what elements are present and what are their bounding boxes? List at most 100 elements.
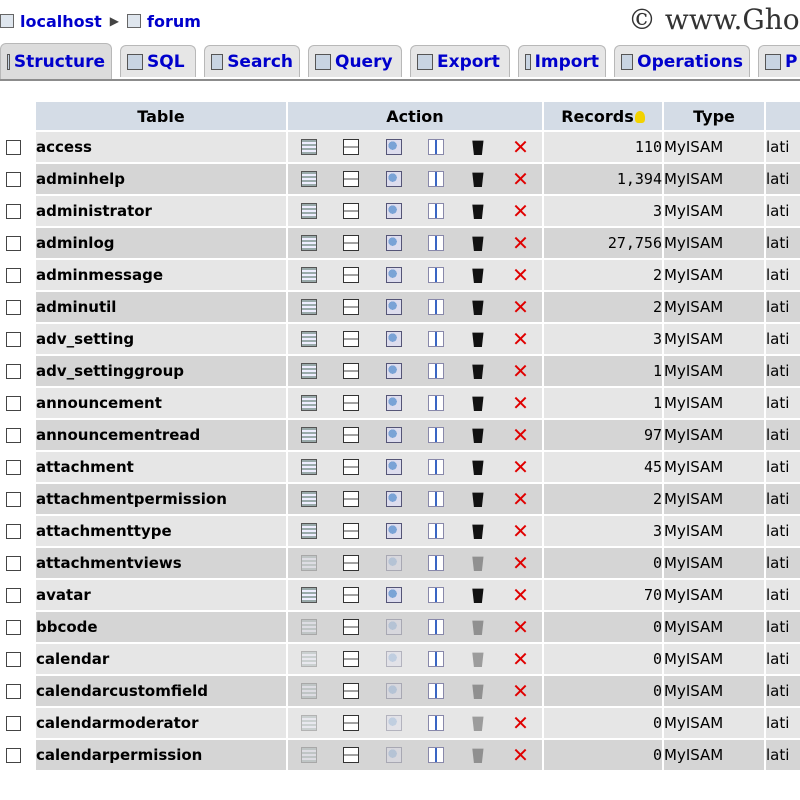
search-icon[interactable] [385,747,402,763]
structure-icon[interactable] [343,331,360,347]
tab-query[interactable]: Query [308,45,402,77]
table-name[interactable]: adv_setting [36,324,286,354]
insert-icon[interactable] [427,683,444,699]
tab-p[interactable]: P [758,45,800,77]
browse-icon[interactable] [301,715,318,731]
insert-icon[interactable] [427,523,444,539]
browse-icon[interactable] [301,299,318,315]
empty-icon[interactable] [472,268,484,283]
row-checkbox[interactable] [6,172,21,187]
table-name[interactable]: attachmentviews [36,548,286,578]
empty-icon[interactable] [472,748,484,763]
database-link[interactable]: forum [127,12,201,31]
table-name[interactable]: adminlog [36,228,286,258]
table-name[interactable]: attachmentpermission [36,484,286,514]
empty-icon[interactable] [472,332,484,347]
drop-icon[interactable]: ✕ [512,489,529,509]
search-icon[interactable] [385,555,402,571]
row-checkbox[interactable] [6,748,21,763]
empty-icon[interactable] [472,588,484,603]
structure-icon[interactable] [343,395,360,411]
drop-icon[interactable]: ✕ [512,265,529,285]
empty-icon[interactable] [472,716,484,731]
drop-icon[interactable]: ✕ [512,425,529,445]
empty-icon[interactable] [472,620,484,635]
browse-icon[interactable] [301,235,318,251]
search-icon[interactable] [385,523,402,539]
insert-icon[interactable] [427,267,444,283]
row-checkbox[interactable] [6,396,21,411]
empty-icon[interactable] [472,428,484,443]
row-checkbox[interactable] [6,268,21,283]
search-icon[interactable] [385,299,402,315]
structure-icon[interactable] [343,715,360,731]
search-icon[interactable] [385,427,402,443]
empty-icon[interactable] [472,460,484,475]
empty-icon[interactable] [472,684,484,699]
table-column-header[interactable]: Table [36,102,286,130]
structure-icon[interactable] [343,555,360,571]
insert-icon[interactable] [427,427,444,443]
browse-icon[interactable] [301,267,318,283]
browse-icon[interactable] [301,523,318,539]
browse-icon[interactable] [301,683,318,699]
row-checkbox[interactable] [6,300,21,315]
tab-sql[interactable]: SQL [120,45,196,77]
tab-import[interactable]: Import [518,45,606,77]
tab-structure[interactable]: Structure [0,43,112,79]
row-checkbox[interactable] [6,204,21,219]
search-icon[interactable] [385,171,402,187]
empty-icon[interactable] [472,172,484,187]
table-name[interactable]: adminhelp [36,164,286,194]
drop-icon[interactable]: ✕ [512,393,529,413]
table-name[interactable]: announcementread [36,420,286,450]
drop-icon[interactable]: ✕ [512,681,529,701]
insert-icon[interactable] [427,715,444,731]
drop-icon[interactable]: ✕ [512,233,529,253]
search-icon[interactable] [385,459,402,475]
tab-operations[interactable]: Operations [614,45,750,77]
empty-icon[interactable] [472,204,484,219]
browse-icon[interactable] [301,747,318,763]
drop-icon[interactable]: ✕ [512,169,529,189]
row-checkbox[interactable] [6,236,21,251]
table-name[interactable]: calendarpermission [36,740,286,770]
search-icon[interactable] [385,139,402,155]
type-column-header[interactable]: Type [664,102,764,130]
insert-icon[interactable] [427,139,444,155]
empty-icon[interactable] [472,364,484,379]
drop-icon[interactable]: ✕ [512,297,529,317]
table-name[interactable]: announcement [36,388,286,418]
structure-icon[interactable] [343,683,360,699]
structure-icon[interactable] [343,523,360,539]
row-checkbox[interactable] [6,620,21,635]
table-name[interactable]: avatar [36,580,286,610]
drop-icon[interactable]: ✕ [512,617,529,637]
drop-icon[interactable]: ✕ [512,137,529,157]
empty-icon[interactable] [472,140,484,155]
structure-icon[interactable] [343,491,360,507]
structure-icon[interactable] [343,427,360,443]
structure-icon[interactable] [343,139,360,155]
table-name[interactable]: attachment [36,452,286,482]
server-name[interactable]: localhost [20,12,102,31]
row-checkbox[interactable] [6,716,21,731]
row-checkbox[interactable] [6,332,21,347]
database-name[interactable]: forum [147,12,201,31]
empty-icon[interactable] [472,492,484,507]
browse-icon[interactable] [301,395,318,411]
browse-icon[interactable] [301,203,318,219]
insert-icon[interactable] [427,395,444,411]
table-name[interactable]: administrator [36,196,286,226]
browse-icon[interactable] [301,555,318,571]
search-icon[interactable] [385,619,402,635]
row-checkbox[interactable] [6,492,21,507]
search-icon[interactable] [385,491,402,507]
row-checkbox[interactable] [6,652,21,667]
structure-icon[interactable] [343,171,360,187]
table-name[interactable]: calendarmoderator [36,708,286,738]
empty-icon[interactable] [472,300,484,315]
insert-icon[interactable] [427,459,444,475]
hint-bulb-icon[interactable] [634,111,645,123]
drop-icon[interactable]: ✕ [512,201,529,221]
